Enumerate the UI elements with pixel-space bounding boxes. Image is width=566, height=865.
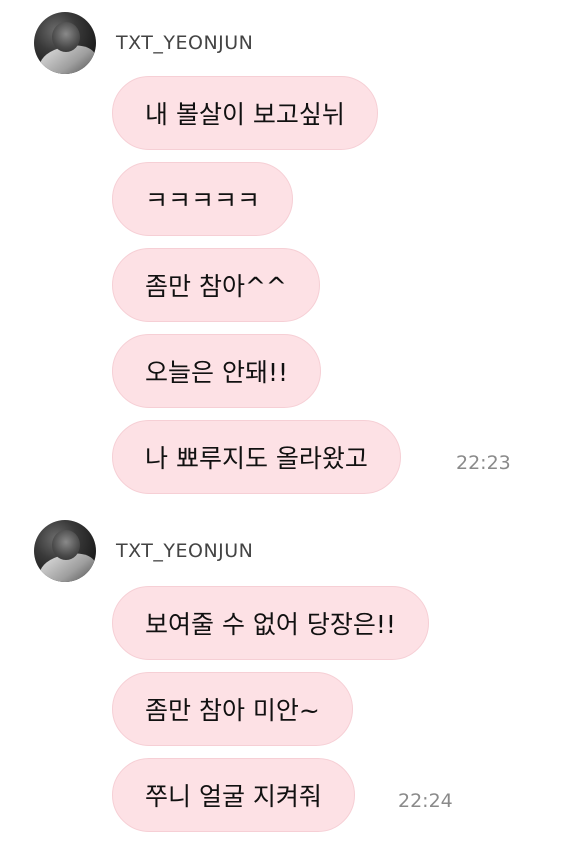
sender-name[interactable]: TXT_YEONJUN [116,32,253,54]
message-bubble[interactable]: 내 볼살이 보고싶뉘 [112,76,378,150]
message-bubble[interactable]: ㅋㅋㅋㅋㅋ [112,162,294,236]
message-bubble[interactable]: 좀만 참아^^ [112,248,320,322]
message-timestamp: 22:23 [456,452,511,474]
message-bubble[interactable]: 오늘은 안돼!! [112,334,321,408]
message-bubble[interactable]: 쭈니 얼굴 지켜줘 [112,758,355,832]
message-timestamp: 22:24 [398,790,453,812]
avatar[interactable] [34,12,96,74]
message-bubble[interactable]: 좀만 참아 미안~ [112,672,353,746]
sender-name[interactable]: TXT_YEONJUN [116,540,253,562]
message-bubble[interactable]: 나 뾰루지도 올라왔고 [112,420,401,494]
message-bubble[interactable]: 보여줄 수 없어 당장은!! [112,586,429,660]
avatar[interactable] [34,520,96,582]
